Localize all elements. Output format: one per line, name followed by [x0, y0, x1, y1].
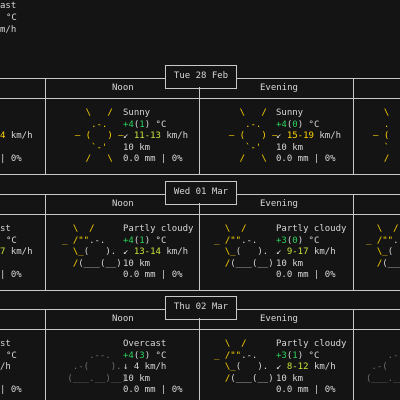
day-box-2: Wed 01 Mar — [165, 181, 237, 205]
precipitation: 0.0 mm | 0% — [276, 154, 336, 164]
visibility: 10 km — [276, 259, 304, 269]
left-partial-temp: °C — [6, 236, 17, 246]
partly-cloudy-icon: \ / _ /"".-. \_( ). /(___(__) — [214, 339, 274, 384]
temperature: +4(1) °C — [123, 236, 167, 246]
wind: ↙ 15-19 km/h — [276, 131, 342, 141]
precipitation: 0.0 mm | 0% — [123, 385, 183, 395]
wind: ↙ 11-13 km/h — [123, 131, 189, 141]
period-noon: Noon — [112, 199, 134, 209]
visibility: 10 km — [123, 259, 151, 269]
left-partial-desc: st — [0, 224, 11, 234]
condition-text: Partly cloudy — [123, 224, 194, 234]
current-temp: °C — [6, 13, 17, 23]
terminal-window: ast °C m/h Tue 28 Feb Noon Evening 4 km/… — [0, 0, 400, 400]
temperature: +3(1) °C — [276, 351, 320, 361]
wind: ↙ 13-14 km/h — [123, 247, 189, 257]
wind: ↙ 9-17 km/h — [276, 247, 336, 257]
period-noon: Noon — [112, 314, 134, 324]
partly-cloudy-icon: \ / _ /"".-. \_( /(___ — [366, 224, 400, 269]
visibility: 10 km — [123, 143, 151, 153]
temperature: +4(1) °C — [123, 120, 167, 130]
precipitation: 0.0 mm | 0% — [276, 270, 336, 280]
day-box-1: Tue 28 Feb — [165, 65, 237, 89]
overcast-icon: .--. .-( ). (___.__)__) — [67, 350, 128, 384]
sun-icon: \ / .-. ― ( ) ― `-' / \ — [74, 108, 124, 164]
sun-icon: \ . ― ( ` / — [373, 108, 390, 164]
visibility: 10 km — [123, 374, 151, 384]
condition-text: Partly cloudy — [276, 224, 347, 234]
condition-text: Sunny — [276, 108, 304, 118]
condition-text: Partly cloudy — [276, 339, 347, 349]
left-partial-wind: /h — [0, 362, 11, 372]
wind: ↙ 8-12 km/h — [276, 362, 336, 372]
left-partial-wind: 4 km/h — [0, 131, 33, 141]
day-date: Thu 02 Mar — [173, 302, 229, 312]
overcast-icon: .-- .-( (___.__ — [366, 350, 400, 384]
left-partial-temp: °C — [6, 351, 17, 361]
period-evening: Evening — [260, 83, 298, 93]
left-partial-chance: | 0% — [0, 385, 22, 395]
temperature: +4(0) °C — [276, 120, 320, 130]
condition-text: Overcast — [123, 339, 167, 349]
partly-cloudy-icon: \ / _ /"".-. \_( ). /(___(__) — [214, 224, 274, 269]
left-partial-wind: 7 km/h — [0, 247, 33, 257]
visibility: 10 km — [276, 374, 304, 384]
day-box-3: Thu 02 Mar — [165, 296, 237, 320]
partly-cloudy-icon: \ / _ /"".-. \_( ). /(___(__) — [62, 224, 122, 269]
precipitation: 0.0 mm | 0% — [123, 154, 183, 164]
period-noon: Noon — [112, 83, 134, 93]
current-wind: m/h — [0, 25, 17, 35]
period-evening: Evening — [260, 314, 298, 324]
precipitation: 0.0 mm | 0% — [123, 270, 183, 280]
day-date: Tue 28 Feb — [173, 71, 229, 81]
condition-text: Sunny — [123, 108, 151, 118]
temperature: +4(3) °C — [123, 351, 167, 361]
day-date: Wed 01 Mar — [173, 187, 229, 197]
left-partial-desc: st — [0, 339, 11, 349]
temperature: +3(0) °C — [276, 236, 320, 246]
period-evening: Evening — [260, 199, 298, 209]
precipitation: 0.0 mm | 0% — [276, 385, 336, 395]
left-partial-chance: | 0% — [0, 270, 22, 280]
current-desc: ast — [0, 1, 17, 11]
sun-icon: \ / .-. ― ( ) ― `-' / \ — [228, 108, 278, 164]
visibility: 10 km — [276, 143, 304, 153]
left-partial-chance: | 0% — [0, 154, 22, 164]
wind: ↓ 4 km/h — [123, 362, 167, 372]
